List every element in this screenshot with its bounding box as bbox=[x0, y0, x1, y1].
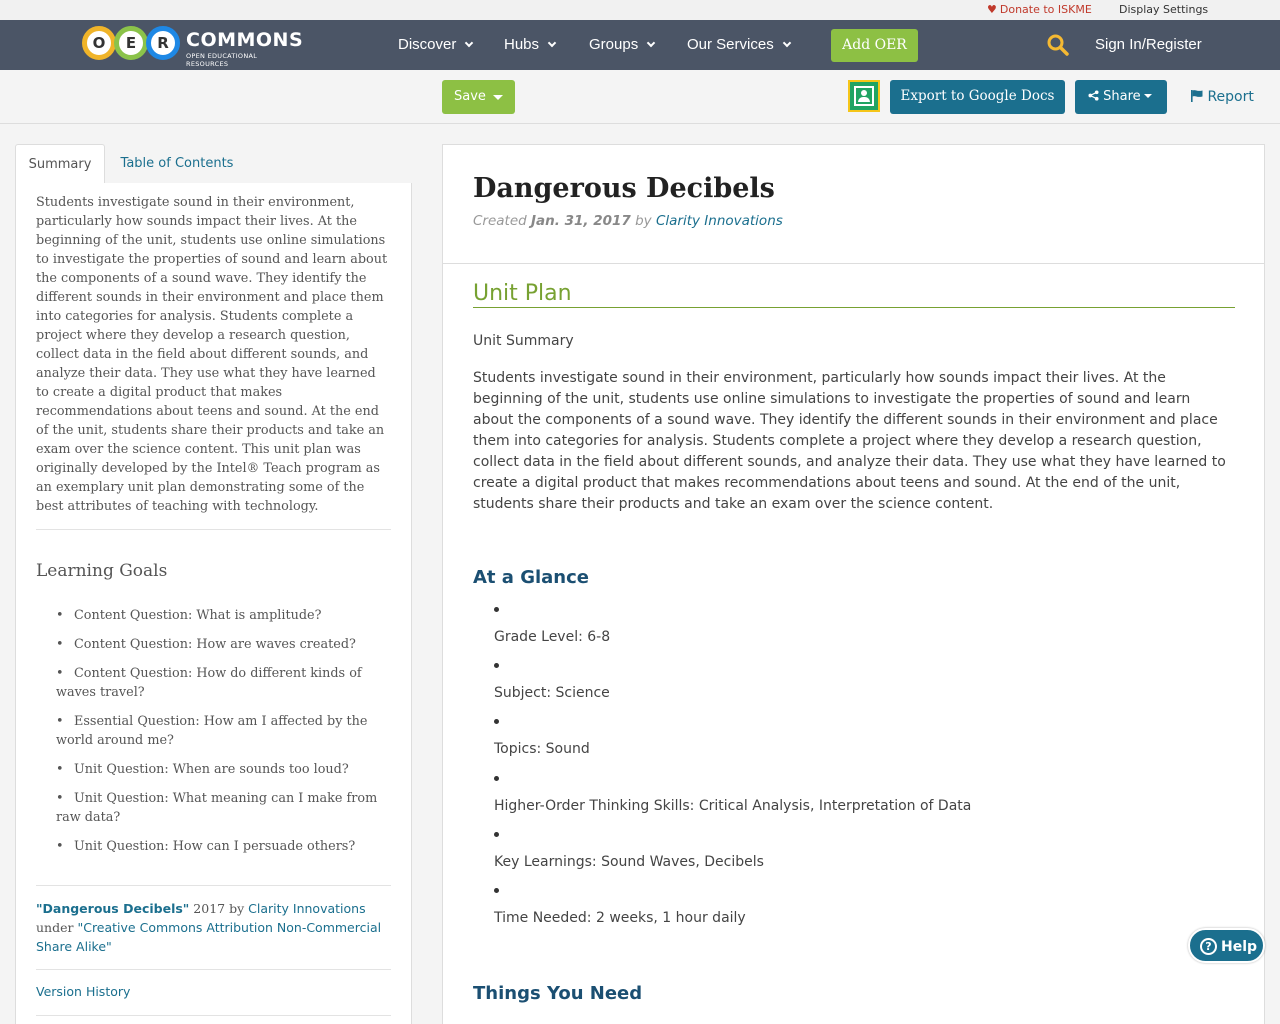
search-icon[interactable] bbox=[1046, 33, 1070, 57]
list-item: Higher-Order Thinking Skills: Critical A… bbox=[494, 776, 971, 814]
bullet-icon bbox=[494, 663, 499, 668]
tab-summary[interactable]: Summary bbox=[15, 144, 105, 184]
share-icon bbox=[1088, 90, 1099, 101]
unit-summary-text: Students investigate sound in their envi… bbox=[473, 370, 1226, 512]
list-item: • Essential Question: How am I affected b… bbox=[56, 714, 368, 748]
nav-hubs-label: Hubs bbox=[504, 36, 540, 53]
sidebar-tabs: Summary Table of Contents bbox=[15, 144, 412, 184]
caret-down-icon bbox=[493, 95, 503, 100]
bullet-icon bbox=[494, 832, 499, 837]
sign-in-register-link[interactable]: Sign In/Register bbox=[1095, 36, 1202, 53]
donate-label: Donate to ISKME bbox=[999, 3, 1092, 16]
divider bbox=[36, 529, 391, 530]
created-line: Created Jan. 31, 2017 by Clarity Innovat… bbox=[473, 213, 783, 229]
attribution-under: under bbox=[36, 920, 74, 935]
divider bbox=[36, 1015, 391, 1016]
list-item: Key Learnings: Sound Waves, Decibels bbox=[494, 832, 764, 870]
logo-letter-r: R bbox=[146, 26, 180, 60]
attribution: "Dangerous Decibels" 2017 by Clarity Inn… bbox=[36, 899, 392, 956]
chevron-down-icon bbox=[782, 38, 791, 48]
learning-goals-heading: Learning Goals bbox=[36, 561, 168, 581]
bullet-icon bbox=[494, 888, 499, 893]
nav-discover[interactable]: Discover bbox=[398, 36, 474, 53]
at-a-glance-heading: At a Glance bbox=[473, 567, 589, 588]
nav-groups-label: Groups bbox=[589, 36, 639, 53]
nav-discover-label: Discover bbox=[398, 36, 457, 53]
export-google-docs-button[interactable]: Export to Google Docs bbox=[890, 80, 1065, 114]
resource-content: Dangerous Decibels Created Jan. 31, 2017… bbox=[442, 144, 1265, 1024]
caret-down-icon bbox=[1143, 94, 1152, 98]
list-item: • Content Question: What is amplitude? bbox=[56, 608, 322, 623]
help-icon: ? bbox=[1200, 938, 1217, 955]
list-item: • Unit Question: How can I persuade other… bbox=[56, 839, 356, 854]
help-button[interactable]: ? Help bbox=[1188, 928, 1265, 963]
attribution-year: 2017 bbox=[193, 901, 226, 916]
heart-icon: ♥ bbox=[987, 3, 997, 16]
report-button[interactable]: Report bbox=[1190, 88, 1254, 105]
chevron-down-icon bbox=[646, 38, 656, 48]
created-label: Created bbox=[473, 213, 527, 229]
page-title: Dangerous Decibels bbox=[473, 173, 775, 204]
resource-toolbar: Save Export to Google Docs Share Report bbox=[0, 70, 1280, 124]
author-link[interactable]: Clarity Innovations bbox=[656, 213, 783, 229]
add-oer-button[interactable]: Add OER bbox=[831, 29, 918, 62]
google-classroom-icon[interactable] bbox=[848, 80, 880, 112]
tab-table-of-contents[interactable]: Table of Contents bbox=[115, 144, 239, 184]
nav-hubs[interactable]: Hubs bbox=[504, 36, 557, 53]
divider bbox=[443, 263, 1264, 264]
unit-summary-label: Unit Summary bbox=[473, 333, 574, 349]
nav-our-services-label: Our Services bbox=[687, 36, 774, 53]
logo-tagline: OPEN EDUCATIONAL RESOURCES bbox=[186, 52, 258, 68]
bullet-icon bbox=[494, 607, 499, 612]
display-settings-link[interactable]: Display Settings bbox=[1119, 3, 1208, 16]
main-navbar: O E R COMMONS OPEN EDUCATIONAL RESOURCES… bbox=[0, 20, 1280, 70]
sidebar-panel: Students investigate sound in their envi… bbox=[15, 183, 412, 1024]
chevron-down-icon bbox=[465, 38, 474, 48]
help-label: Help bbox=[1221, 939, 1258, 955]
logo-brand: COMMONS bbox=[186, 29, 304, 51]
share-button[interactable]: Share bbox=[1075, 80, 1167, 114]
donate-link[interactable]: ♥ Donate to ISKME bbox=[987, 3, 1092, 16]
divider bbox=[36, 885, 391, 886]
oer-commons-logo[interactable]: O E R COMMONS OPEN EDUCATIONAL RESOURCES bbox=[82, 25, 303, 68]
created-by: by bbox=[635, 213, 652, 229]
bullet-icon bbox=[494, 776, 499, 781]
attribution-title-link[interactable]: "Dangerous Decibels" bbox=[36, 901, 189, 916]
utility-bar: ♥ Donate to ISKME Display Settings bbox=[0, 0, 1280, 20]
save-label: Save bbox=[454, 89, 486, 104]
attribution-by: by bbox=[229, 901, 245, 916]
attribution-author-link[interactable]: Clarity Innovations bbox=[248, 901, 365, 916]
flag-icon bbox=[1191, 90, 1203, 102]
list-item: Topics: Sound bbox=[494, 719, 590, 757]
nav-groups[interactable]: Groups bbox=[589, 36, 656, 53]
list-item: • Unit Question: What meaning can I make … bbox=[56, 791, 378, 825]
sidebar-summary-text: Students investigate sound in their envi… bbox=[36, 195, 388, 514]
list-item: Time Needed: 2 weeks, 1 hour daily bbox=[494, 888, 746, 926]
report-label: Report bbox=[1207, 89, 1254, 105]
list-item: • Content Question: How do different kind… bbox=[56, 666, 362, 700]
logo-letter-e: E bbox=[114, 26, 148, 60]
learning-goals-list: • Content Question: What is amplitude? • C… bbox=[56, 606, 386, 866]
list-item: • Unit Question: When are sounds too loud… bbox=[56, 762, 349, 777]
created-date: Jan. 31, 2017 bbox=[531, 213, 631, 229]
bullet-icon bbox=[494, 719, 499, 724]
things-you-need-heading: Things You Need bbox=[473, 983, 643, 1004]
version-history-link[interactable]: Version History bbox=[36, 984, 130, 999]
chevron-down-icon bbox=[547, 38, 557, 48]
list-item: Grade Level: 6-8 bbox=[494, 607, 610, 645]
share-label: Share bbox=[1103, 89, 1141, 104]
logo-letter-o: O bbox=[82, 26, 116, 60]
unit-plan-heading: Unit Plan bbox=[473, 281, 1235, 308]
license-link[interactable]: "Creative Commons Attribution Non-Commer… bbox=[36, 920, 381, 954]
save-button[interactable]: Save bbox=[442, 80, 515, 114]
divider bbox=[36, 969, 391, 970]
list-item: Subject: Science bbox=[494, 663, 610, 701]
list-item: • Content Question: How are waves created… bbox=[56, 637, 356, 652]
nav-our-services[interactable]: Our Services bbox=[687, 36, 791, 53]
